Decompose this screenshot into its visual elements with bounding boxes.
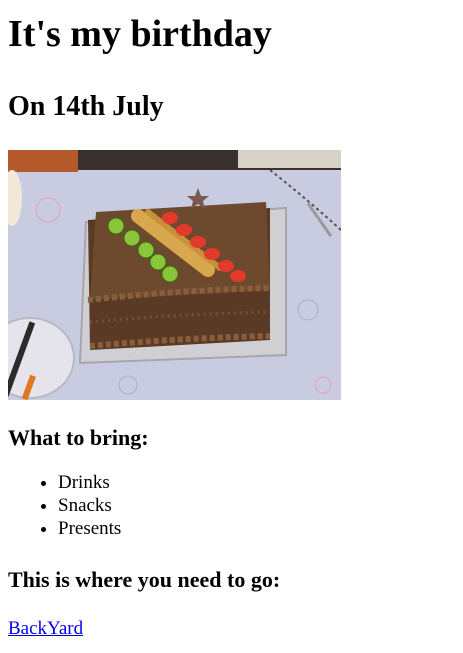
what-to-bring-heading: What to bring:: [8, 425, 149, 450]
list-item: Snacks: [58, 494, 455, 517]
list-item: Presents: [58, 517, 455, 540]
list-item: Drinks: [58, 471, 455, 494]
date-subtitle: On 14th July: [8, 91, 164, 122]
page-title: It's my birthday: [8, 13, 272, 55]
location-link[interactable]: BackYard: [8, 617, 83, 640]
birthday-page: It's my birthday On 14th July What to br…: [0, 0, 463, 653]
location-heading: This is where you need to go:: [8, 567, 281, 592]
bring-list: Drinks Snacks Presents: [8, 471, 455, 540]
birthday-cake-photo: [8, 150, 341, 400]
